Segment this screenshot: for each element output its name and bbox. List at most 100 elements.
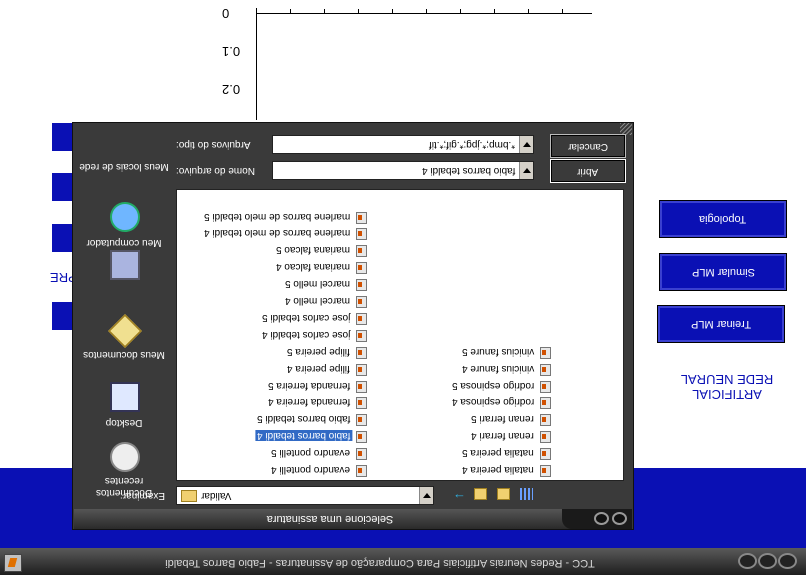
chart-y-tick-label: 0.1 [222,44,241,59]
image-file-icon [356,312,367,325]
filename-input[interactable]: fabio barros tebaldi 4 [272,161,534,180]
minimize-icon[interactable] [778,553,797,569]
chart-tick [528,9,529,14]
file-list-item[interactable]: fabio barros tebaldi 5 [187,413,367,427]
file-list-item[interactable]: mariana falcao 4 [187,261,367,275]
file-name: natalia pereira 4 [462,464,534,475]
image-file-icon [356,329,367,342]
file-list-item[interactable]: filipe pereira 4 [187,363,367,377]
place-recent-documents[interactable]: Documentos recentes [76,442,172,502]
place-desktop[interactable]: Desktop [76,382,172,432]
file-name: evandro pontelli 5 [271,447,350,459]
section-title: ARTIFICIAL REDE NEURAL [672,372,782,402]
back-icon[interactable]: ← [453,487,466,500]
image-file-icon [540,380,551,393]
file-name: vinicius fanure 4 [461,362,534,374]
image-file-icon [540,414,551,427]
file-list-item[interactable]: filipe pereira 5 [187,346,367,360]
dialog-help-icon[interactable] [612,512,627,525]
file-name: renan ferrari 5 [471,413,534,425]
image-file-icon [356,279,367,292]
file-list-item[interactable]: natalia pereira 4 [371,464,551,478]
close-icon[interactable] [738,553,757,569]
file-list-item[interactable]: natalia pereira 5 [371,447,551,461]
chart-tick [494,9,495,14]
look-in-select[interactable]: Validar [176,486,434,505]
file-list-item[interactable]: marlene barros de melo tebaldi 5 [187,211,367,225]
image-file-icon [540,363,551,376]
file-list-item[interactable]: renan ferrari 5 [371,413,551,427]
file-list-item[interactable]: evandro pontelli 5 [187,447,367,461]
place-network[interactable]: Meus locais de rede [76,161,172,236]
folder-icon [181,490,197,502]
chart-tick [562,9,563,14]
filename-label: Nome do arquivo: [176,165,255,176]
file-name: natalia pereira 5 [462,447,534,459]
view-menu-icon[interactable] [520,488,533,500]
chevron-down-icon[interactable] [519,162,533,179]
file-list-item[interactable]: vinicius fanure 4 [371,363,551,377]
chart-tick [392,9,393,14]
image-file-icon [356,414,367,427]
chart-tick [460,9,461,14]
image-file-icon [540,431,551,444]
dialog-title: Selecione uma assinatura [266,513,394,525]
recent-documents-icon [110,442,140,472]
file-list-item[interactable]: marcel mello 5 [187,278,367,292]
chart-x-axis [256,13,592,14]
image-file-icon [356,431,367,444]
file-list-item[interactable]: renan ferrari 4 [371,430,551,444]
file-list-item[interactable]: fernanda ferreira 4 [187,396,367,410]
file-name: fabio barros tebaldi 4 [254,430,352,442]
image-file-icon [540,448,551,461]
topologia-button[interactable]: Topologia [659,200,787,238]
file-list-item[interactable]: marcel mello 4 [187,295,367,309]
maximize-icon[interactable] [758,553,777,569]
file-list-item[interactable]: jose carlos tebaldi 5 [187,312,367,326]
file-name: mariana falcao 4 [276,261,350,273]
file-name: rodrigo espinosa 4 [451,396,534,408]
file-list-item[interactable]: evandro pontelli 4 [187,464,367,478]
chevron-down-icon[interactable] [419,487,433,504]
my-documents-icon [108,314,142,348]
image-file-icon [356,296,367,308]
image-file-icon [356,448,367,461]
section-title-line: ARTIFICIAL [692,387,762,402]
cancel-button[interactable]: Cancelar [550,134,626,158]
simular-mlp-button[interactable]: Simular MLP [659,253,787,291]
look-in-value: Validar [201,490,232,501]
file-list-item[interactable]: rodrigo espinosa 5 [371,380,551,394]
file-list-item[interactable]: vinicius fanure 5 [371,346,551,360]
file-list-item[interactable]: jose carlos tebaldi 4 [187,329,367,343]
file-name: marlene barros de melo tebaldi 4 [203,227,350,239]
chart-y-tick-label: 0 [222,6,230,21]
file-list-item[interactable]: mariana falcao 5 [187,244,367,258]
chart-tick [324,9,325,14]
open-button[interactable]: Abrir [550,159,626,183]
chevron-down-icon[interactable] [519,136,533,153]
file-name: fernanda ferreira 4 [267,396,350,408]
image-file-icon [540,397,551,410]
file-name: fernanda ferreira 5 [267,379,350,391]
file-name: filipe pereira 5 [287,345,350,357]
treinar-mlp-button[interactable]: Treinar MLP [657,305,785,343]
network-places-icon [110,202,140,232]
filetype-label: Arquivos do tipo: [176,139,251,150]
file-list-item[interactable]: fabio barros tebaldi 4 [187,430,367,444]
filetype-select[interactable]: *.bmp;*.jpg;*.gif;*.tif [272,135,534,154]
file-name: marlene barros de melo tebaldi 5 [203,210,350,222]
places-bar: Documentos recentes Desktop Meus documen… [76,150,172,508]
file-list-item[interactable]: marlene barros de melo tebaldi 4 [187,227,367,241]
dialog-close-icon[interactable] [594,512,609,525]
up-folder-icon[interactable] [474,488,487,500]
place-my-documents[interactable]: Meus documentos [76,314,172,376]
chart-tick [358,9,359,14]
file-list[interactable]: evandro pontelli 4 evandro pontelli 5 fabi… [176,189,624,481]
new-folder-icon[interactable] [497,488,510,500]
file-list-item[interactable]: rodrigo espinosa 4 [371,396,551,410]
file-name: jose carlos tebaldi 5 [261,311,350,323]
image-file-icon [356,363,367,376]
file-name: marcel mello 4 [284,295,350,306]
place-my-computer[interactable]: Meu computador [76,237,172,302]
file-list-item[interactable]: fernanda ferreira 5 [187,380,367,394]
